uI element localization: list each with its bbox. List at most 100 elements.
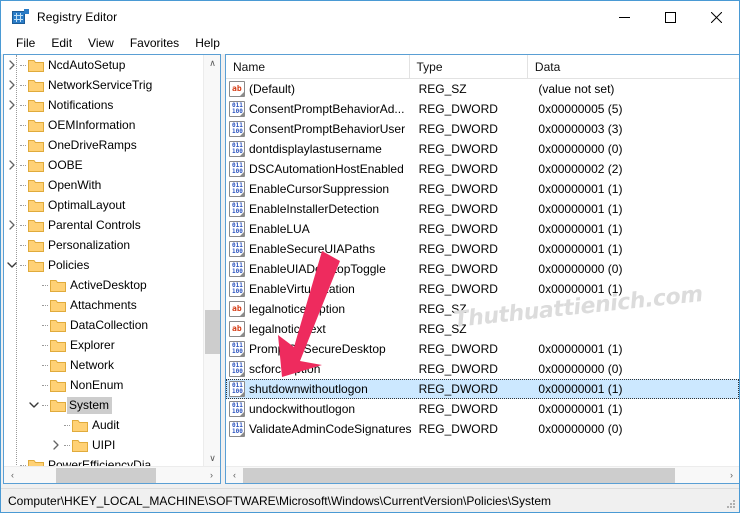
table-row[interactable]: 011 100 EnableVirtualization REG_DWORD 0x000…: [226, 279, 739, 299]
table-row[interactable]: ab legalnoticetext REG_SZ: [226, 319, 739, 339]
table-row[interactable]: 011 100 ConsentPromptBehaviorUser REG_DWORD…: [226, 119, 739, 139]
table-row[interactable]: 011 100 ConsentPromptBehaviorAd... REG_DWOR…: [226, 99, 739, 119]
tree-item-oobe[interactable]: OOBE: [4, 155, 204, 175]
table-row[interactable]: 011 100 EnableLUA REG_DWORD 0x00000001 (1): [226, 219, 739, 239]
value-type: REG_DWORD: [418, 122, 498, 136]
tree-item-networkservicetrig[interactable]: NetworkServiceTrig: [4, 75, 204, 95]
resize-grip-icon[interactable]: [726, 499, 736, 509]
registry-tree[interactable]: NcdAutoSetup NetworkServiceTrig Notificati…: [4, 55, 204, 467]
chevron-right-icon[interactable]: [4, 55, 19, 75]
tree-item-attachments[interactable]: Attachments: [4, 295, 204, 315]
chevron-right-icon[interactable]: [4, 95, 19, 115]
tree-vertical-scrollbar[interactable]: ∧ ∨: [203, 55, 220, 467]
tree-item-oeminformation[interactable]: OEMInformation: [4, 115, 204, 135]
table-row[interactable]: 011 100 undockwithoutlogon REG_DWORD 0x00000…: [226, 399, 739, 419]
menu-item-view[interactable]: View: [80, 34, 122, 53]
tree-item-audit[interactable]: Audit: [4, 415, 204, 435]
folder-icon: [27, 115, 45, 135]
table-row[interactable]: 011 100 EnableInstallerDetection REG_DWORD 0…: [226, 199, 739, 219]
tree-item-datacollection[interactable]: DataCollection: [4, 315, 204, 335]
tree-item-policies[interactable]: Policies: [4, 255, 204, 275]
tree-connector-icon: [19, 255, 27, 275]
list-hscroll-track[interactable]: [243, 467, 723, 484]
table-row[interactable]: 011 100 ValidateAdminCodeSignatures REG_DWO…: [226, 419, 739, 439]
table-row[interactable]: 011 100 EnableSecureUIAPaths REG_DWORD 0x000…: [226, 239, 739, 259]
tree-hscroll-left-icon[interactable]: ‹: [4, 467, 21, 484]
tree-item-uipi[interactable]: UIPI: [4, 435, 204, 455]
tree-twisty-spacer: [26, 275, 41, 295]
cell-name: 011 100 ConsentPromptBehaviorUser: [226, 121, 412, 137]
table-row[interactable]: 011 100 scforceoption REG_DWORD 0x00000000 (…: [226, 359, 739, 379]
registry-values-list[interactable]: ab (Default) REG_SZ (value not set) 011 100 Co…: [226, 79, 739, 461]
tree-item-ncdautosetup[interactable]: NcdAutoSetup: [4, 55, 204, 75]
reg-dword-icon: 011 100: [229, 381, 245, 397]
value-data: 0x00000001 (1): [538, 342, 623, 356]
tree-item-openwith[interactable]: OpenWith: [4, 175, 204, 195]
value-type: REG_DWORD: [418, 202, 498, 216]
tree-hscroll-right-icon[interactable]: ›: [203, 467, 220, 484]
menu-item-file[interactable]: File: [8, 34, 43, 53]
tree-horizontal-scrollbar[interactable]: ‹ ›: [4, 466, 220, 483]
table-row[interactable]: 011 100 PromptOnSecureDesktop REG_DWORD 0x00…: [226, 339, 739, 359]
tree-scroll-thumb[interactable]: [205, 310, 220, 354]
menu-item-edit[interactable]: Edit: [43, 34, 80, 53]
menu-item-favorites[interactable]: Favorites: [122, 34, 187, 53]
tree-twisty-spacer: [4, 195, 19, 215]
table-row[interactable]: ab legalnoticecaption REG_SZ: [226, 299, 739, 319]
list-hscroll-right-icon[interactable]: ›: [723, 467, 739, 484]
column-header-type[interactable]: Type: [410, 55, 528, 79]
reg-sz-icon: ab: [229, 301, 245, 317]
chevron-right-icon[interactable]: [4, 155, 19, 175]
table-row[interactable]: ab (Default) REG_SZ (value not set): [226, 79, 739, 99]
tree-item-system[interactable]: System: [4, 395, 204, 415]
column-header-data[interactable]: Data: [528, 55, 739, 79]
chevron-right-icon[interactable]: [4, 75, 19, 95]
table-row[interactable]: 011 100 DSCAutomationHostEnabled REG_DWORD 0…: [226, 159, 739, 179]
tree-item-notifications[interactable]: Notifications: [4, 95, 204, 115]
list-hscroll-left-icon[interactable]: ‹: [226, 467, 243, 484]
main-content: NcdAutoSetup NetworkServiceTrig Notificati…: [1, 54, 739, 488]
chevron-down-icon[interactable]: [26, 395, 41, 415]
value-data: 0x00000001 (1): [538, 242, 623, 256]
tree-connector-icon: [63, 435, 71, 455]
maximize-button[interactable]: [647, 1, 693, 33]
menu-item-help[interactable]: Help: [187, 34, 228, 53]
column-header-name[interactable]: Name: [226, 55, 410, 79]
reg-dword-icon: 011 100: [229, 241, 245, 257]
tree-item-label: OEMInformation: [48, 117, 136, 132]
tree-scroll-down-icon[interactable]: ∨: [204, 450, 220, 467]
tree-item-optimallayout[interactable]: OptimalLayout: [4, 195, 204, 215]
cell-name: 011 100 EnableVirtualization: [226, 281, 412, 297]
list-hscroll-thumb[interactable]: [243, 467, 675, 483]
value-type: REG_DWORD: [418, 362, 498, 376]
table-row[interactable]: 011 100 EnableCursorSuppression REG_DWORD 0x…: [226, 179, 739, 199]
chevron-right-icon[interactable]: [4, 215, 19, 235]
list-horizontal-scrollbar[interactable]: ‹ ›: [226, 466, 739, 483]
table-row[interactable]: 011 100 EnableUIADesktopToggle REG_DWORD 0x0…: [226, 259, 739, 279]
tree-twisty-spacer: [4, 135, 19, 155]
table-row[interactable]: 011 100 dontdisplaylastusername REG_DWORD 0x…: [226, 139, 739, 159]
tree-item-personalization[interactable]: Personalization: [4, 235, 204, 255]
tree-item-nonenum[interactable]: NonEnum: [4, 375, 204, 395]
tree-connector-icon: [19, 95, 27, 115]
tree-item-label: Notifications: [48, 97, 114, 112]
tree-item-label: Policies: [48, 257, 90, 272]
menu-bar: File Edit View Favorites Help: [1, 33, 739, 54]
tree-connector-icon: [19, 215, 27, 235]
value-name: shutdownwithoutlogon: [249, 382, 368, 396]
tree-scroll-up-icon[interactable]: ∧: [204, 55, 220, 72]
table-row[interactable]: 011 100 shutdownwithoutlogon REG_DWORD 0x000…: [226, 379, 739, 399]
close-button[interactable]: [693, 1, 739, 33]
value-name: undockwithoutlogon: [249, 402, 356, 416]
tree-hscroll-track[interactable]: [21, 467, 203, 484]
tree-item-onedriveramps[interactable]: OneDriveRamps: [4, 135, 204, 155]
tree-item-parental-controls[interactable]: Parental Controls: [4, 215, 204, 235]
tree-hscroll-thumb[interactable]: [56, 467, 156, 483]
chevron-down-icon[interactable]: [4, 255, 19, 275]
tree-item-explorer[interactable]: Explorer: [4, 335, 204, 355]
minimize-button[interactable]: [601, 1, 647, 33]
tree-item-network[interactable]: Network: [4, 355, 204, 375]
chevron-right-icon[interactable]: [48, 435, 63, 455]
value-type: REG_DWORD: [418, 422, 498, 436]
tree-item-activedesktop[interactable]: ActiveDesktop: [4, 275, 204, 295]
